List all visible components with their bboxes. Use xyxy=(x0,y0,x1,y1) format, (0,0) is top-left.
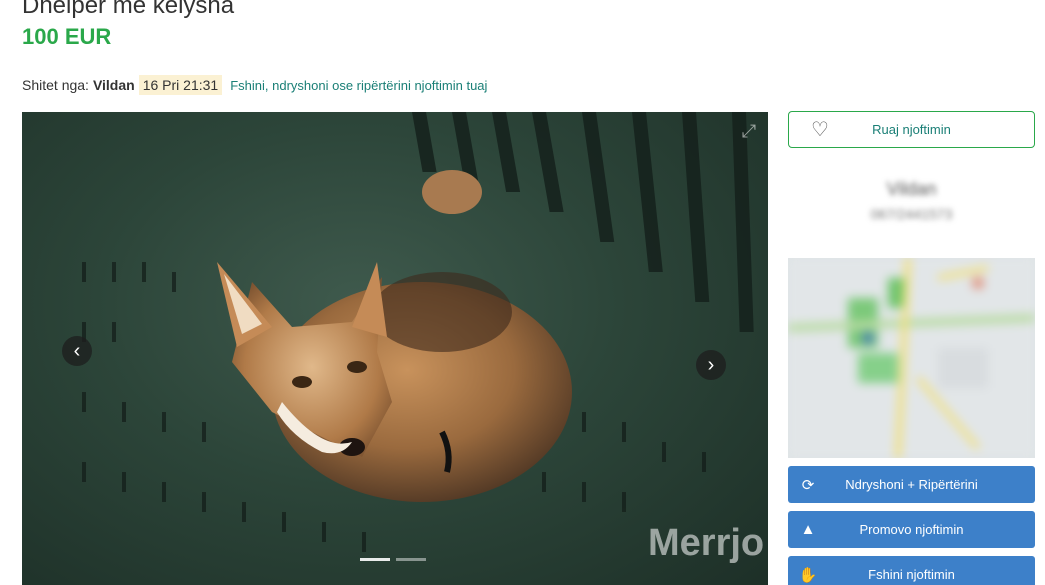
slide-indicator-2[interactable] xyxy=(396,558,426,561)
location-map[interactable] xyxy=(788,258,1035,458)
rocket-icon: ▲ xyxy=(800,521,816,538)
seller-name: Vildan xyxy=(886,179,937,199)
edit-renew-button[interactable]: ⟳ Ndryshoni + Ripërtërini xyxy=(788,466,1035,503)
promote-button[interactable]: ▲ Promovo njoftimin xyxy=(788,511,1035,548)
manage-listing-link[interactable]: Fshini, ndryshoni ose ripërtërini njofti… xyxy=(230,78,487,93)
promote-label: Promovo njoftimin xyxy=(859,522,964,537)
delete-label: Fshini njoftimin xyxy=(868,567,955,582)
save-listing-button[interactable]: ♡ Ruaj njoftimin xyxy=(788,111,1035,148)
delete-button[interactable]: ✋ Fshini njoftimin xyxy=(788,556,1035,585)
map-image xyxy=(788,258,1035,458)
chevron-left-icon[interactable]: ‹ xyxy=(62,336,92,366)
heart-icon: ♡ xyxy=(811,118,829,141)
slide-indicator-1[interactable] xyxy=(360,558,390,561)
refresh-icon: ⟳ xyxy=(801,476,815,494)
sold-by-label: Shitet nga: xyxy=(22,77,89,93)
listing-photo xyxy=(82,112,754,552)
expand-icon[interactable]: ⤢ xyxy=(736,118,762,144)
listing-date: 16 Pri 21:31 xyxy=(138,75,223,95)
hand-icon: ✋ xyxy=(798,566,818,584)
listing-meta: Shitet nga: Vildan 16 Pri 21:31 Fshini, … xyxy=(22,74,487,96)
edit-renew-label: Ndryshoni + Ripërtërini xyxy=(845,477,978,492)
slide-indicators xyxy=(360,558,426,561)
photo-gallery[interactable]: ⤢ ‹ › Merrjo xyxy=(22,112,768,585)
save-listing-label: Ruaj njoftimin xyxy=(872,122,951,137)
listing-title: Dhelpër me këlysha xyxy=(22,0,235,19)
chevron-right-icon[interactable]: › xyxy=(696,350,726,380)
seller-phone[interactable]: 067/2441573 xyxy=(788,206,1035,222)
listing-price: 100 EUR xyxy=(22,24,112,49)
seller-card: Vildan 067/2441573 xyxy=(788,165,1035,245)
watermark: Merrjo xyxy=(648,522,765,564)
seller-name-link[interactable]: Vildan xyxy=(93,77,135,93)
